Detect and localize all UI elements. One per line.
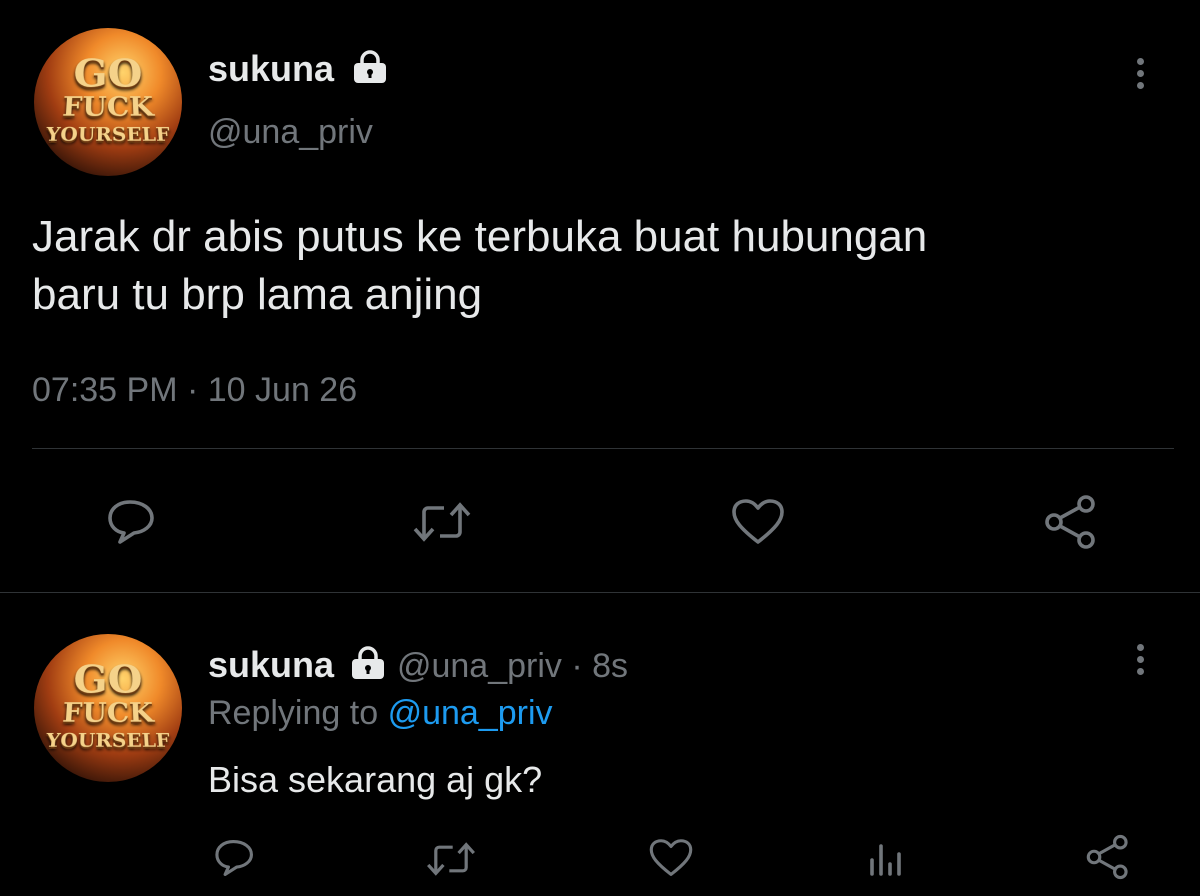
like-button[interactable] — [648, 838, 694, 878]
more-options-button[interactable] — [1135, 58, 1145, 94]
separator: · — [186, 371, 199, 409]
reply-text: Bisa sekarang aj gk? — [208, 759, 543, 800]
separator: · — [571, 647, 583, 685]
lock-icon — [348, 646, 388, 690]
like-button[interactable] — [730, 498, 786, 546]
tweet-text: Jarak dr abis putus ke terbuka buat hubu… — [32, 208, 1172, 324]
avatar[interactable]: GO FUCK YOURSELF — [34, 28, 182, 176]
reply-header: sukuna @una_priv · 8s — [208, 644, 628, 690]
author-name-row[interactable]: sukuna — [208, 48, 390, 93]
more-options-button[interactable] — [1135, 644, 1145, 680]
avatar-text-go: GO — [72, 51, 144, 97]
avatar-text-yourself: YOURSELF — [44, 122, 172, 146]
replying-to: Replying to @una_priv — [208, 692, 553, 734]
avatar[interactable]: GO FUCK YOURSELF — [34, 634, 182, 782]
handle[interactable]: @una_priv — [397, 647, 562, 685]
display-name[interactable]: sukuna — [208, 644, 334, 685]
share-button[interactable] — [1084, 834, 1132, 880]
more-vertical-icon — [1136, 58, 1144, 65]
avatar-text-go: GO — [72, 657, 144, 703]
lock-icon — [350, 50, 390, 93]
time: 07:35 PM — [32, 371, 178, 409]
avatar-text-fuck: FUCK — [61, 697, 155, 729]
divider — [32, 448, 1174, 449]
reply-age[interactable]: 8s — [592, 647, 628, 685]
replying-to-label: Replying to — [208, 694, 379, 732]
tweet-text-line: Jarak dr abis putus ke terbuka buat hubu… — [32, 212, 928, 261]
retweet-icon — [413, 502, 471, 542]
divider — [0, 592, 1200, 593]
date: 10 Jun 26 — [207, 371, 358, 409]
retweet-icon — [427, 842, 475, 876]
share-icon — [1086, 834, 1128, 880]
display-name[interactable]: sukuna — [208, 48, 334, 89]
retweet-button[interactable] — [424, 840, 478, 878]
reply-button[interactable] — [104, 498, 160, 546]
comment-icon — [215, 840, 253, 876]
handle[interactable]: @una_priv — [208, 112, 373, 152]
timestamp[interactable]: 07:35 PM · 10 Jun 26 — [32, 370, 357, 410]
avatar-text-yourself: YOURSELF — [44, 728, 172, 752]
tweet-text-line: baru tu brp lama anjing — [32, 270, 483, 319]
more-vertical-icon — [1136, 644, 1144, 651]
heart-icon — [649, 839, 693, 876]
replying-to-handle[interactable]: @una_priv — [388, 694, 553, 732]
avatar-text-fuck: FUCK — [61, 91, 155, 123]
analytics-icon — [870, 844, 901, 876]
share-button[interactable] — [1042, 494, 1100, 550]
share-icon — [1045, 495, 1095, 549]
retweet-button[interactable] — [410, 500, 474, 544]
comment-icon — [108, 500, 154, 544]
reply-button[interactable] — [212, 838, 258, 878]
analytics-button[interactable] — [866, 838, 906, 878]
heart-icon — [732, 499, 784, 544]
